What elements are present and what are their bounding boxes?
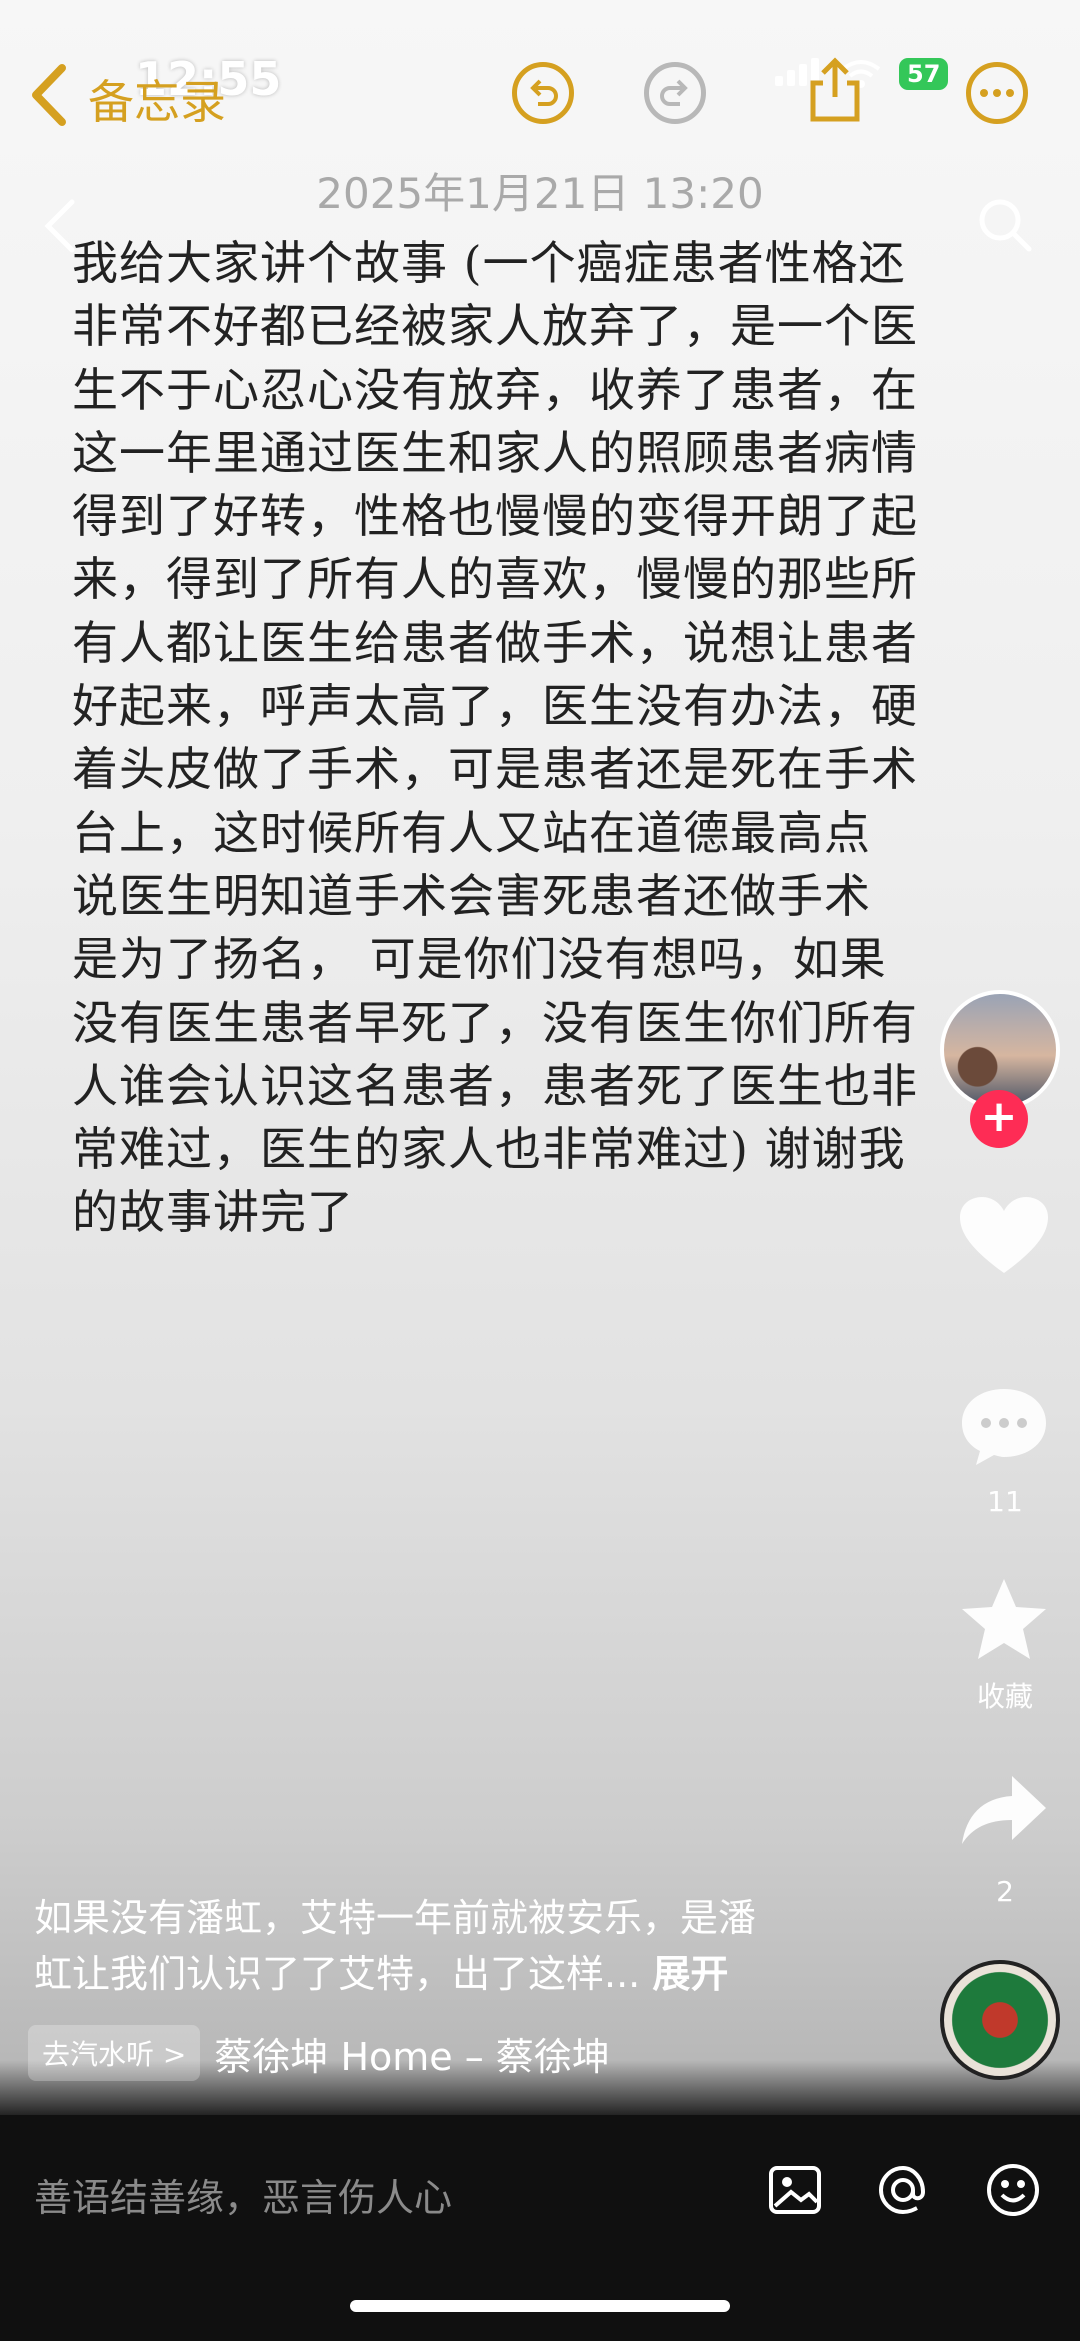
music-row[interactable]: 去汽水听 > 蔡徐坤 Home – 蔡徐坤 <box>28 2025 610 2081</box>
redo-icon <box>660 79 688 106</box>
video-caption: 如果没有潘虹，艾特一年前就被安乐，是潘 虹让我们认识了了艾特，出了这样... 展… <box>34 1890 814 2002</box>
mention-icon[interactable] <box>873 2160 933 2220</box>
note-line: 有人都让医生给患者做手术，说想让患者 <box>72 615 918 670</box>
note-line: 常难过，医生的家人也非常难过) 谢谢我 <box>72 1122 906 1177</box>
note-line: 来，得到了所有人的喜欢，慢慢的那些所 <box>72 552 918 607</box>
note-line: 好起来，呼声太高了，医生没有办法，硬 <box>72 679 918 734</box>
share-note-icon[interactable] <box>805 55 865 125</box>
notes-back-icon[interactable] <box>22 60 82 130</box>
note-line: 我给大家讲个故事 (一个癌症患者性格还 <box>72 236 906 290</box>
note-line: 的故事讲完了 <box>72 1185 354 1240</box>
caption-line: 虹让我们认识了了艾特，出了这样... <box>34 1952 641 1996</box>
caption-line: 如果没有潘虹，艾特一年前就被安乐，是潘 <box>34 1896 757 1940</box>
expand-link[interactable]: 展开 <box>652 1952 728 1996</box>
note-line: 着头皮做了手术，可是患者还是死在手术 <box>72 742 918 797</box>
share-count: 2 <box>996 1875 1014 1908</box>
note-line: 台上，这时候所有人又站在道德最高点 <box>72 805 871 860</box>
comment-count: 11 <box>987 1485 1023 1518</box>
listen-chip[interactable]: 去汽水听 > <box>28 2025 201 2081</box>
battery-icon: 57 <box>899 58 949 90</box>
undo-icon <box>530 79 558 106</box>
favorite-star-icon[interactable] <box>958 1575 1050 1663</box>
note-line: 是为了扬名， 可是你们没有想吗，如果 <box>72 932 887 987</box>
note-body: 我给大家讲个故事 (一个癌症患者性格还 非常不好都已经被家人放弃了，是一个医 生… <box>72 232 1007 1245</box>
note-line: 非常不好都已经被家人放弃了，是一个医 <box>72 299 918 354</box>
more-icon <box>980 89 1014 97</box>
music-title: 蔡徐坤 Home – 蔡徐坤 <box>214 2034 610 2079</box>
share-icon[interactable] <box>958 1770 1050 1850</box>
image-icon[interactable] <box>765 2160 825 2220</box>
home-indicator <box>350 2300 730 2312</box>
note-line: 人谁会认识这名患者，患者死了医生也非 <box>72 1058 918 1113</box>
note-line: 生不于心忍心没有放弃，收养了患者，在 <box>72 362 918 417</box>
note-date: 2025年1月21日 13:20 <box>316 169 764 218</box>
follow-button[interactable]: + <box>970 1090 1028 1148</box>
comment-input[interactable]: 善语结善缘，恶言伤人心 <box>34 2167 452 2222</box>
note-line: 说医生明知道手术会害死患者还做手术 <box>72 868 871 923</box>
notes-back-label[interactable]: 备忘录 <box>88 66 226 132</box>
undo-button[interactable] <box>512 62 574 124</box>
note-line: 没有医生患者早死了，没有医生你们所有 <box>72 995 918 1050</box>
more-button[interactable] <box>966 62 1028 124</box>
emoji-icon[interactable] <box>983 2160 1043 2220</box>
favorite-label: 收藏 <box>976 1680 1033 1713</box>
redo-button[interactable] <box>644 62 706 124</box>
comment-icon[interactable] <box>958 1385 1050 1469</box>
like-heart-icon[interactable] <box>958 1195 1050 1277</box>
note-line: 得到了好转，性格也慢慢的变得开朗了起 <box>72 489 918 544</box>
note-line: 这一年里通过医生和家人的照顾患者病情 <box>72 425 918 480</box>
music-disc[interactable] <box>940 1960 1060 2080</box>
